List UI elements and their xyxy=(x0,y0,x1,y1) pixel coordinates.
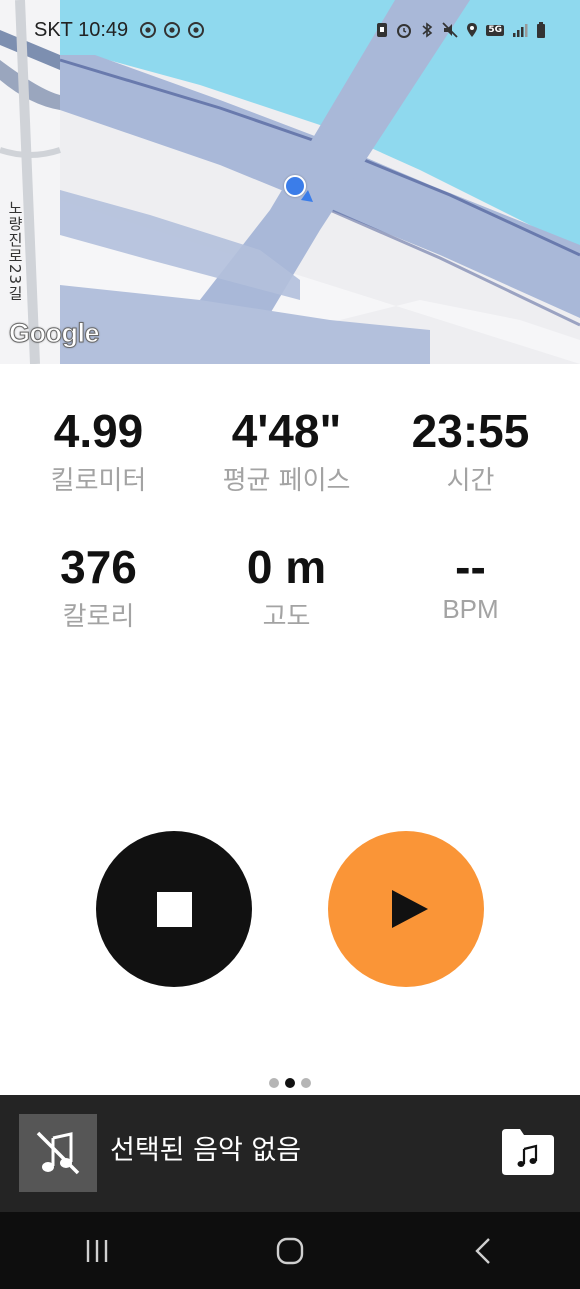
stat-label: 킬로미터 xyxy=(50,466,147,496)
stat-time: 23:55 시간 xyxy=(374,408,567,494)
stat-value: -- xyxy=(455,541,486,593)
stat-value: 0 m xyxy=(246,541,327,593)
chrome-icon xyxy=(164,22,181,38)
chrome-icon xyxy=(140,22,157,38)
system-nav-bar xyxy=(0,1212,580,1289)
map-view[interactable]: 노량진로23길 Google SKT 10:49 5G xyxy=(0,0,580,364)
page-dot xyxy=(269,1078,279,1088)
alarm-icon xyxy=(397,24,412,38)
stat-label: BPM xyxy=(442,594,499,624)
back-icon xyxy=(475,1237,491,1264)
stat-distance: 4.99 킬로미터 xyxy=(2,408,195,494)
street-label: 노량진로23길 xyxy=(6,200,24,302)
page-indicator xyxy=(0,1078,580,1088)
sim-icon xyxy=(377,23,388,37)
back-button[interactable] xyxy=(443,1221,523,1281)
music-status-text: 선택된 음악 없음 xyxy=(110,1135,302,1166)
stat-label: 고도 xyxy=(262,602,311,632)
carrier-time: SKT 10:49 xyxy=(34,18,129,41)
location-icon xyxy=(467,23,478,37)
stat-avg-pace: 4'48" 평균 페이스 xyxy=(190,408,383,494)
home-icon xyxy=(276,1237,304,1264)
signal-icon xyxy=(513,24,528,37)
music-thumbnail[interactable] xyxy=(19,1114,97,1192)
recent-apps-button[interactable] xyxy=(57,1221,137,1281)
music-bar: 선택된 음악 없음 xyxy=(0,1095,580,1212)
heading-arrow-icon xyxy=(301,190,313,202)
chrome-icon xyxy=(188,22,205,38)
stat-value: 4'48" xyxy=(231,405,342,457)
stat-elevation: 0 m 고도 xyxy=(190,544,383,630)
page-dot xyxy=(301,1078,311,1088)
stat-label: 칼로리 xyxy=(62,602,135,632)
5g-icon: 5G xyxy=(486,24,504,36)
battery-icon xyxy=(537,22,545,38)
status-bar: SKT 10:49 5G xyxy=(0,0,580,60)
play-icon xyxy=(392,890,428,928)
home-button[interactable] xyxy=(250,1221,330,1281)
stat-value: 4.99 xyxy=(53,405,144,457)
bluetooth-icon xyxy=(422,22,433,38)
stop-icon xyxy=(156,891,192,927)
stat-calories: 376 칼로리 xyxy=(2,544,195,630)
stat-label: 평균 페이스 xyxy=(222,466,351,496)
resume-button[interactable] xyxy=(328,831,484,987)
recent-apps-icon xyxy=(86,1239,107,1262)
mute-icon xyxy=(442,22,458,38)
stat-label: 시간 xyxy=(446,466,495,496)
stat-value: 376 xyxy=(60,541,137,593)
google-logo: Google xyxy=(9,318,101,349)
music-folder-icon[interactable] xyxy=(502,1129,554,1175)
stop-button[interactable] xyxy=(96,831,252,987)
music-off-icon xyxy=(36,1131,80,1175)
stat-value: 23:55 xyxy=(411,405,530,457)
page-dot-active xyxy=(285,1078,295,1088)
stat-heart-rate: -- BPM xyxy=(374,544,567,622)
